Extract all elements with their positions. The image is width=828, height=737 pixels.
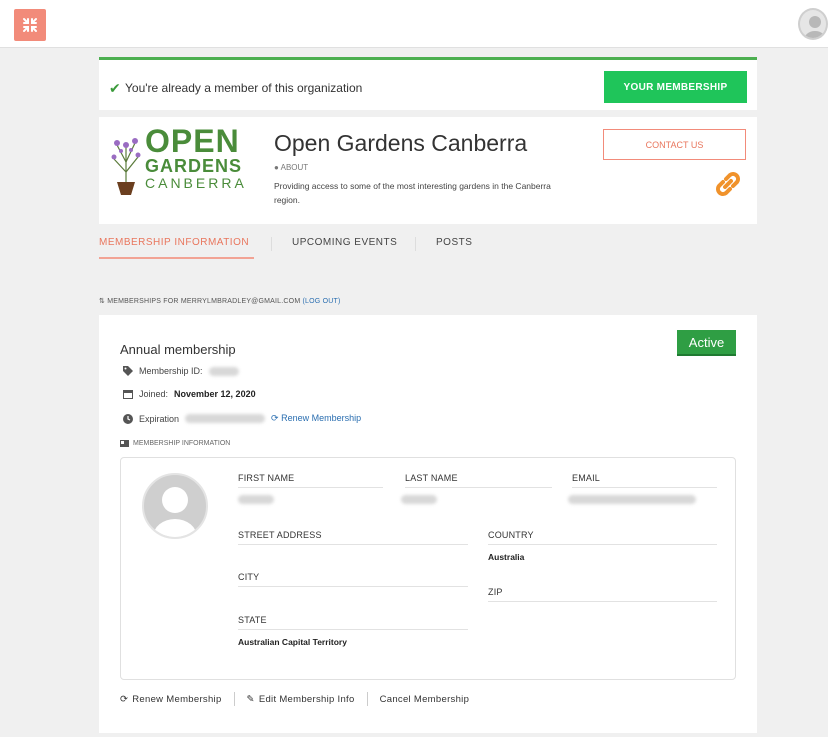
about-label[interactable]: ● ABOUT: [274, 163, 308, 172]
redacted-membership-id: [208, 366, 239, 376]
redacted-first-name: [238, 495, 274, 504]
first-name-field: FIRST NAME: [238, 473, 383, 506]
redacted-last-name: [401, 495, 437, 504]
checkmark-icon: ✔: [109, 80, 121, 96]
organization-card: OPEN GARDENS CANBERRA Open Gardens Canbe…: [99, 117, 757, 224]
joined-date: November 12, 2020: [174, 389, 256, 399]
contact-us-button[interactable]: CONTACT US: [603, 129, 746, 160]
refresh-icon: ⟳: [271, 413, 279, 423]
membership-id-label: Membership ID:: [139, 366, 203, 376]
org-name: Open Gardens Canberra: [274, 130, 528, 156]
tab-membership-information[interactable]: MEMBERSHIP INFORMATION: [99, 237, 249, 248]
last-name-field: LAST NAME: [401, 473, 552, 506]
calendar-icon: [123, 390, 133, 399]
membership-title: Annual membership: [120, 342, 236, 357]
membership-info-section-label: MEMBERSHIP INFORMATION: [120, 440, 230, 447]
renew-membership-link[interactable]: ⟳ Renew Membership: [271, 413, 361, 424]
link-icon[interactable]: [714, 170, 742, 198]
switch-icon: ⇅: [99, 298, 106, 305]
action-divider: [233, 692, 235, 706]
your-membership-button[interactable]: YOUR MEMBERSHIP: [604, 71, 747, 103]
tab-divider: [271, 237, 272, 251]
member-notice-text: You're already a member of this organiza…: [125, 81, 363, 95]
expiration-label: Expiration: [139, 413, 180, 424]
state-field: STATE Australian Capital Territory: [238, 615, 468, 647]
logout-link[interactable]: (LOG OUT): [303, 298, 341, 305]
email-field: EMAIL: [568, 473, 717, 506]
org-description: Providing access to some of the most int…: [274, 181, 551, 205]
edit-icon: ✎: [246, 693, 255, 705]
status-badge: Active: [677, 330, 736, 356]
joined-row: Joined: November 12, 2020: [123, 389, 256, 399]
flower-pot-icon: [111, 138, 141, 195]
membership-id-row: Membership ID:: [123, 366, 239, 376]
membership-card: Active Annual membership Membership ID: …: [99, 315, 757, 733]
member-notice-bar: ✔ You're already a member of this organi…: [99, 57, 757, 110]
membership-actions: ⟳ Renew Membership ✎ Edit Membership Inf…: [120, 692, 469, 706]
tab-posts[interactable]: POSTS: [436, 237, 472, 248]
redacted-expiration: [185, 414, 266, 423]
user-avatar-icon[interactable]: [798, 8, 828, 40]
renew-membership-button[interactable]: ⟳ Renew Membership: [120, 694, 222, 705]
logo-canberra-text: CANBERRA: [145, 175, 247, 191]
cancel-membership-button[interactable]: Cancel Membership: [380, 694, 470, 705]
joined-label: Joined:: [139, 389, 169, 399]
clock-icon: [123, 413, 133, 424]
tab-bar: MEMBERSHIP INFORMATION UPCOMING EVENTS P…: [99, 237, 757, 261]
country-value: Australia: [488, 552, 525, 562]
action-divider: [366, 692, 368, 706]
info-icon: ●: [274, 163, 279, 172]
app-logo-icon[interactable]: [14, 9, 46, 41]
logo-gardens-text: GARDENS: [145, 156, 243, 176]
top-bar: [0, 0, 828, 48]
redacted-email: [568, 495, 696, 504]
street-address-field: STREET ADDRESS: [238, 530, 468, 545]
edit-membership-info-button[interactable]: ✎ Edit Membership Info: [247, 694, 355, 705]
zip-field: ZIP: [488, 587, 717, 602]
profile-avatar-icon: [142, 473, 208, 539]
tag-icon: [123, 366, 133, 376]
org-logo: OPEN GARDENS CANBERRA: [109, 123, 257, 197]
city-field: CITY: [238, 572, 468, 587]
refresh-icon: ⟳: [120, 693, 129, 705]
tab-divider: [415, 237, 416, 251]
state-value: Australian Capital Territory: [238, 637, 347, 647]
tab-upcoming-events[interactable]: UPCOMING EVENTS: [292, 237, 397, 248]
active-tab-indicator: [99, 257, 254, 259]
country-field: COUNTRY Australia: [488, 530, 717, 562]
expiration-row: Expiration ⟳ Renew Membership: [123, 413, 361, 424]
member-info-box: FIRST NAME LAST NAME EMAIL STREET ADDRES…: [120, 457, 736, 680]
logo-open-text: OPEN: [145, 123, 240, 159]
id-card-icon: [120, 440, 129, 447]
memberships-for-label: ⇅ MEMBERSHIPS FOR MERRYLMBRADLEY@GMAIL.C…: [99, 298, 341, 305]
